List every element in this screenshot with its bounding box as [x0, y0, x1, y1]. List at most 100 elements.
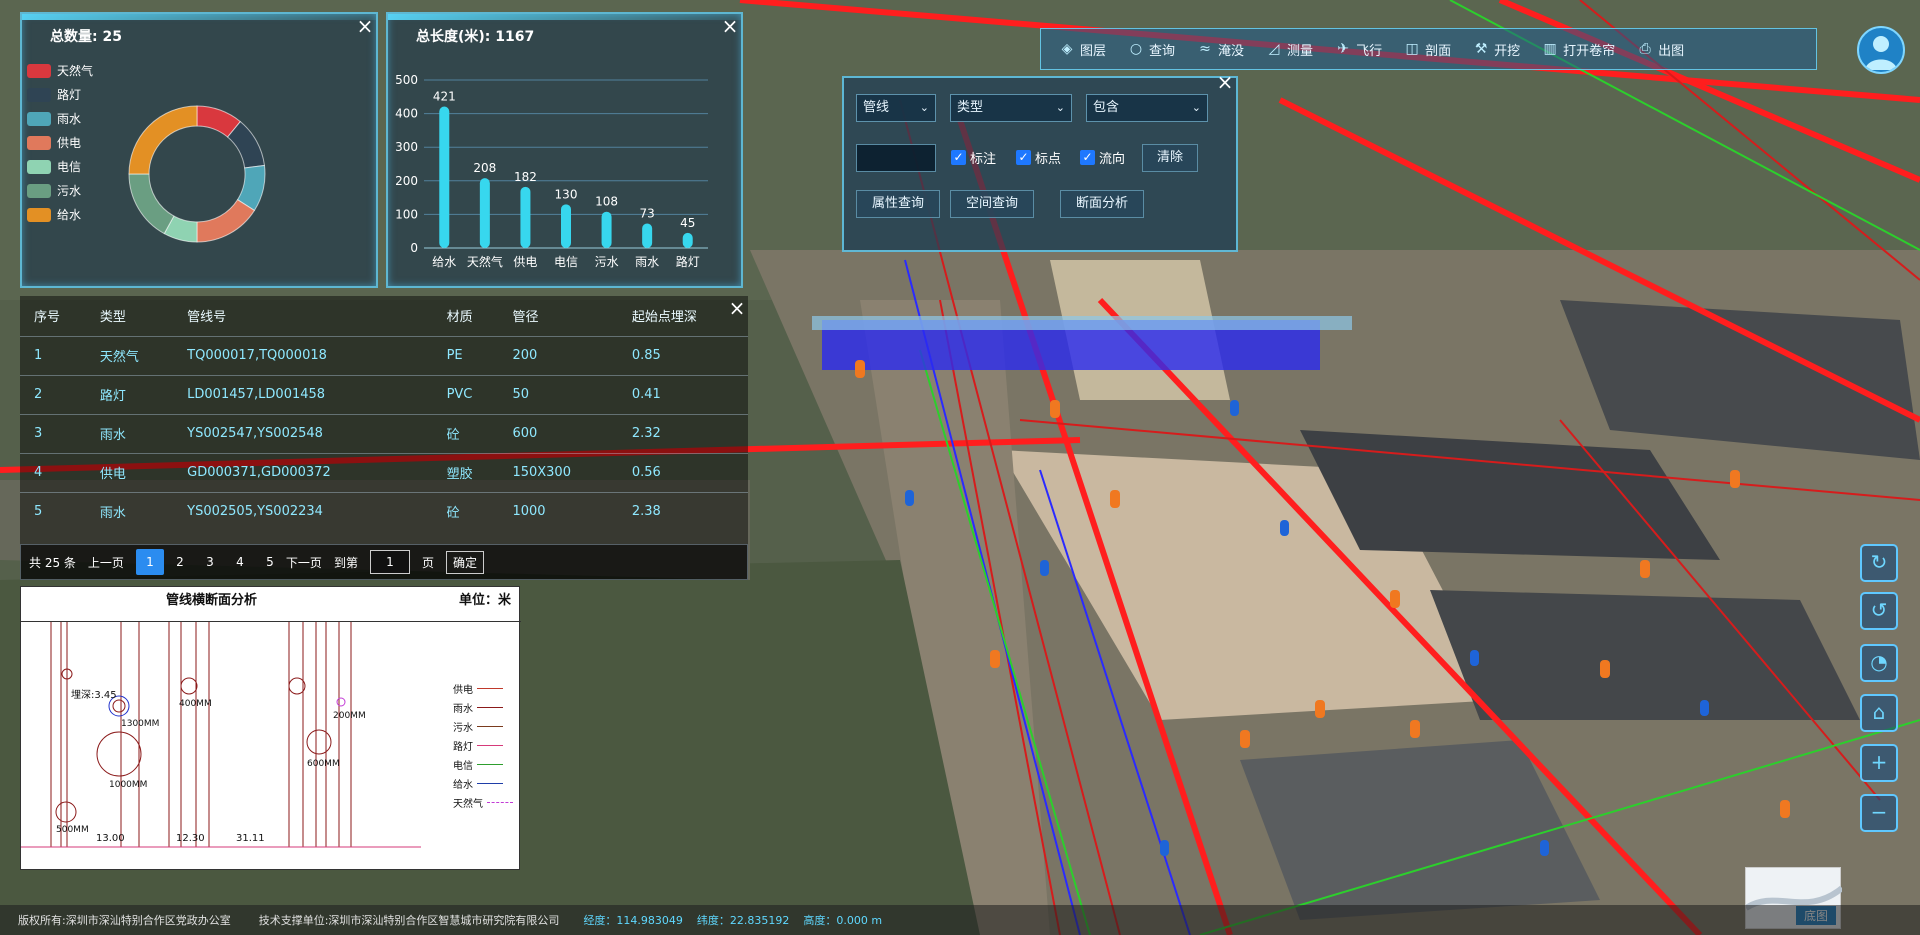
table-row[interactable]: 1 天然气 TQ000017,TQ000018 PE 200 0.85	[20, 335, 748, 375]
page-button[interactable]: 1	[135, 549, 164, 575]
legend-item[interactable]: 天然气	[27, 62, 93, 79]
section-legend-label: 供电	[453, 685, 473, 696]
legend-item[interactable]: 污水	[27, 182, 81, 199]
table-cell: 砼	[432, 491, 499, 531]
bar-电信[interactable]	[561, 204, 571, 248]
rotate-left-icon[interactable]: ↺	[1860, 592, 1898, 630]
toolbar-flood-button[interactable]: ≈ 淹没	[1197, 40, 1244, 59]
table-cell: 0.41	[617, 374, 748, 414]
clear-button[interactable]: 清除	[1142, 144, 1198, 172]
prev-page-button[interactable]: 上一页	[88, 554, 124, 571]
donut-slice-供电[interactable]	[196, 199, 256, 243]
y-tick-label: 0	[410, 241, 418, 255]
bar-给水[interactable]	[439, 106, 450, 248]
bar-value-label: 208	[473, 161, 496, 175]
page-button[interactable]: 3	[196, 549, 224, 575]
legend-item[interactable]: 雨水	[27, 110, 81, 127]
type-select[interactable]: 类型 ⌄	[950, 94, 1072, 122]
chevron-down-icon: ⌄	[1191, 101, 1201, 114]
y-tick-label: 100	[395, 207, 418, 221]
legend-label: 给水	[57, 208, 82, 222]
point-checkbox-text: 标点	[1035, 152, 1062, 167]
spatial-query-button[interactable]: 空间查询	[950, 190, 1034, 218]
close-icon[interactable]: ×	[356, 16, 374, 36]
donut-slice-给水[interactable]	[128, 105, 198, 175]
page-unit-label: 页	[421, 555, 434, 570]
toolbar-label: 查询	[1149, 43, 1176, 59]
bar-雨水[interactable]	[642, 223, 653, 248]
altitude-readout: 高度：0.000 m	[803, 914, 883, 927]
table-cell: 0.85	[617, 335, 748, 375]
zoom-in-icon[interactable]: +	[1860, 744, 1898, 782]
section-legend-item: 路灯	[453, 738, 503, 753]
y-tick-label: 400	[395, 107, 418, 121]
table-cell: 1000	[498, 491, 618, 531]
section-analysis-button[interactable]: 断面分析	[1060, 190, 1144, 218]
bar-供电[interactable]	[520, 186, 531, 248]
next-page-button[interactable]: 下一页	[286, 554, 322, 571]
toolbar-ruler-button[interactable]: ◿ 测量	[1266, 40, 1313, 59]
toolbar-search-button[interactable]: ○ 查询	[1128, 40, 1175, 59]
flow-checkbox-text: 流向	[1099, 152, 1126, 167]
toolbar-shovel-button[interactable]: ⚒ 开挖	[1473, 40, 1520, 59]
column-header: 类型	[99, 310, 126, 326]
toolbar-flight-button[interactable]: ✈ 飞行	[1335, 40, 1382, 59]
page-button[interactable]: 4	[226, 549, 254, 575]
compass-icon[interactable]: ◔	[1860, 644, 1898, 682]
page-button[interactable]: 5	[256, 549, 284, 575]
attribute-query-button[interactable]: 属性查询	[856, 190, 940, 218]
page-button[interactable]: 2	[166, 549, 194, 575]
home-icon[interactable]: ⌂	[1860, 694, 1898, 732]
toolbar-curtain-button[interactable]: ▥ 打开卷帘	[1542, 40, 1615, 59]
table-cell: YS002505,YS002234	[173, 491, 433, 531]
toolbar-label: 剖面	[1425, 43, 1452, 59]
query-input[interactable]	[856, 144, 936, 172]
close-icon[interactable]: ×	[728, 298, 746, 318]
toolbar-label: 测量	[1287, 43, 1314, 59]
goto-label: 到第	[333, 555, 358, 570]
legend-item[interactable]: 供电	[27, 134, 81, 151]
donut-slice-污水[interactable]	[128, 173, 175, 235]
section-analysis-panel: 管线横断面分析 单位：米 埋深:3.45 1300MM 1000MM 500MM…	[20, 586, 521, 870]
table-cell: YS002547,YS002548	[173, 413, 433, 453]
section-legend-item: 电信	[453, 757, 503, 772]
user-avatar[interactable]	[1857, 26, 1905, 74]
bar-天然气[interactable]	[479, 178, 490, 248]
bar-路灯[interactable]	[682, 232, 693, 248]
point-checkbox[interactable]: ✓ 标点	[1016, 148, 1061, 167]
table-row[interactable]: 4 供电 GD000371,GD000372 塑胶 150X300 0.56	[20, 452, 748, 492]
legend-swatch	[27, 87, 51, 102]
layer-select[interactable]: 管线 ⌄	[856, 94, 936, 122]
operator-select-value: 包含	[1093, 100, 1120, 115]
section-legend-label: 电信	[453, 761, 473, 772]
legend-item[interactable]: 给水	[27, 206, 81, 223]
rotate-right-icon[interactable]: ↻	[1860, 544, 1898, 582]
page-input[interactable]: 1	[369, 550, 410, 574]
type-select-value: 类型	[957, 100, 984, 115]
bar-value-label: 421	[433, 90, 456, 104]
table-row[interactable]: 2 路灯 LD001457,LD001458 PVC 50 0.41	[20, 374, 748, 414]
operator-select[interactable]: 包含 ⌄	[1086, 94, 1208, 122]
legend-item[interactable]: 电信	[27, 158, 81, 175]
flood-icon: ≈	[1199, 41, 1211, 57]
table-row[interactable]: 3 雨水 YS002547,YS002548 砼 600 2.32	[20, 413, 748, 453]
legend-item[interactable]: 路灯	[27, 86, 81, 103]
zoom-out-icon[interactable]: −	[1860, 794, 1898, 832]
flow-checkbox[interactable]: ✓ 流向	[1080, 148, 1125, 167]
bar-污水[interactable]	[601, 211, 612, 248]
pagination: 共 25 条上一页 1 2 3 4 5 下一页 到第 1 页确定	[20, 544, 748, 580]
toolbar-cube-button[interactable]: ◫ 剖面	[1404, 40, 1451, 59]
toolbar-export-button[interactable]: ⎙ 出图	[1637, 40, 1685, 59]
table-row[interactable]: 5 雨水 YS002505,YS002234 砼 1000 2.38	[20, 491, 748, 531]
toolbar-layers-button[interactable]: ◈ 图层	[1059, 40, 1106, 59]
label-checkbox[interactable]: ✓ 标注	[951, 148, 996, 167]
section-pipe-label: 400MM	[179, 699, 212, 709]
x-tick-label: 电信	[554, 255, 578, 269]
close-icon[interactable]: ×	[721, 16, 739, 36]
toolbar-label: 图层	[1080, 43, 1107, 59]
close-icon[interactable]: ×	[1216, 72, 1234, 92]
legend-swatch	[27, 159, 51, 174]
bar-value-label: 130	[555, 187, 578, 201]
user-icon	[1865, 36, 1897, 70]
confirm-button[interactable]: 确定	[445, 550, 484, 574]
